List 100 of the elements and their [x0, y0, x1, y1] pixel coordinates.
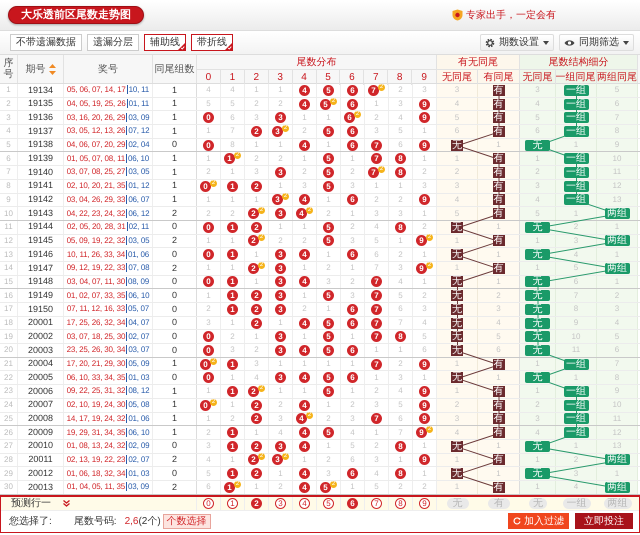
miss-count: 3	[454, 84, 460, 96]
miss-count: 3	[398, 372, 403, 384]
toggle-button[interactable]: 不带遗漏数据	[10, 34, 82, 51]
row-number: 15	[0, 276, 18, 288]
miss-count: 4	[454, 98, 460, 110]
miss-count: 1	[350, 358, 355, 370]
row-number: 6	[0, 152, 18, 166]
miss-count: 3	[374, 454, 379, 466]
miss-count: 1	[302, 385, 307, 398]
miss-count: 2	[350, 166, 355, 178]
winning-numbers: 17, 20, 21, 29, 30 05, 09	[66, 358, 150, 370]
row-number: 21	[0, 358, 18, 370]
toggle-button[interactable]: 带折线	[191, 34, 233, 51]
tail-group-count: 1	[153, 166, 197, 179]
row-number: 2	[0, 98, 18, 110]
number-option[interactable]: 6	[347, 498, 358, 509]
miss-count: 1	[454, 385, 460, 398]
add-filter-button[interactable]: 加入过滤	[508, 513, 569, 530]
issue-number: 19148	[18, 276, 64, 288]
miss-count: 1	[350, 208, 355, 220]
miss-count: 2	[374, 112, 379, 124]
same-tail-marker: 有	[492, 153, 504, 164]
tail-group-count: 1	[153, 98, 197, 110]
same-tail-marker: 无	[451, 140, 463, 151]
miss-count: 1	[206, 234, 211, 247]
issue-number: 20009	[18, 426, 64, 439]
tail-group-count: 1	[153, 152, 197, 166]
miss-count: 3	[254, 166, 259, 178]
winning-numbers: 01, 06, 18, 32, 34 01, 03	[66, 468, 150, 480]
winning-numbers: 03, 04, 26, 29, 33 06, 07	[66, 194, 150, 206]
number-option[interactable]: 0	[203, 498, 214, 509]
prediction-label: 预测行一	[11, 496, 51, 511]
miss-count: 1	[302, 358, 307, 370]
tail-group-count: 0	[153, 276, 197, 288]
miss-count: 1	[496, 440, 501, 452]
miss-count: 2	[374, 440, 379, 452]
miss-count: 4	[454, 426, 460, 439]
structure-tag: 一组	[564, 194, 588, 206]
number-option[interactable]: 1	[227, 498, 238, 509]
promo-link[interactable]: 专家出手，一定会有	[466, 8, 556, 22]
shield-icon	[452, 9, 463, 21]
miss-count: 1	[254, 330, 259, 343]
miss-count: 3	[374, 208, 379, 220]
miss-count: 2	[206, 426, 211, 439]
tail-group-count: 0	[153, 138, 197, 152]
toggle-button[interactable]: 辅助线	[144, 34, 186, 51]
miss-count: 1	[254, 139, 259, 152]
miss-count: 1	[302, 221, 307, 234]
check-corner-icon	[178, 43, 185, 50]
same-tail-marker: 有	[492, 413, 504, 424]
tail-group-count: 1	[153, 111, 197, 124]
bet-button[interactable]: 立即投注	[575, 513, 633, 530]
winning-numbers: 04, 22, 23, 24, 32 06, 12	[66, 208, 150, 220]
column-header: 序号	[4, 58, 14, 80]
miss-count: 6	[422, 344, 427, 356]
number-option[interactable]: 2	[251, 498, 262, 509]
miss-count: 1	[350, 152, 355, 165]
miss-count: 4	[350, 426, 355, 439]
column-header: 9	[420, 71, 428, 85]
winning-numbers: 07, 11, 12, 16, 33 05, 07	[66, 303, 150, 316]
issue-number: 19137	[18, 125, 64, 138]
structure-tag: 无	[525, 276, 550, 288]
winning-numbers: 04, 06, 07, 20, 29 02, 04	[66, 139, 150, 152]
miss-count: 2	[398, 481, 403, 494]
number-option[interactable]: 5	[323, 498, 334, 509]
issue-number: 20013	[18, 480, 64, 494]
miss-count: 4	[374, 221, 379, 234]
toggle-button[interactable]: 遗漏分层	[87, 34, 139, 51]
number-option[interactable]: 8	[395, 498, 406, 509]
miss-count: 5	[454, 208, 460, 220]
miss-count: 2	[254, 98, 259, 110]
selected-numbers: 2,6	[124, 514, 138, 529]
miss-count: 3	[230, 344, 235, 356]
miss-count: 1	[230, 317, 235, 330]
miss-count: 5	[350, 440, 355, 452]
row-number: 3	[0, 111, 18, 124]
miss-count: 2	[302, 166, 307, 178]
dropdown-button[interactable]: 同期筛选	[559, 34, 634, 51]
issue-number: 20001	[18, 316, 64, 330]
number-option[interactable]: 3	[275, 498, 286, 509]
number-option[interactable]: 4	[299, 498, 310, 509]
tail-group-count: 1	[153, 398, 197, 412]
miss-count: 7	[398, 317, 403, 330]
number-option[interactable]: 9	[419, 498, 430, 509]
winning-numbers: 03, 16, 20, 26, 29 03, 09	[66, 112, 150, 124]
miss-count: 2	[398, 248, 403, 261]
miss-count: 1	[206, 412, 211, 425]
winning-numbers: 10, 11, 26, 33, 34 01, 06	[66, 248, 150, 261]
miss-count: 1	[206, 152, 211, 165]
same-tail-marker: 有	[492, 208, 504, 220]
miss-count: 5	[206, 98, 211, 110]
miss-count: 4	[398, 112, 403, 124]
miss-count: 2	[374, 385, 379, 398]
issue-number: 20010	[18, 440, 64, 453]
miss-count: 2	[454, 166, 460, 178]
number-option[interactable]: 7	[371, 498, 382, 509]
dropdown-button[interactable]: 期数设置	[480, 34, 554, 51]
miss-count: 2	[254, 152, 259, 165]
tail-group-count: 0	[153, 440, 197, 453]
count-select-button[interactable]: 个数选择	[162, 514, 211, 529]
